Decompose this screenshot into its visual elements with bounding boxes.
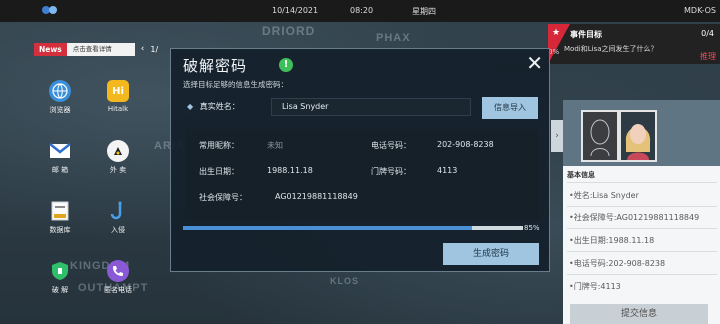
door-label: 门牌号码： [371, 167, 411, 176]
divider [567, 251, 717, 252]
door-value[interactable]: 4113 [437, 166, 457, 175]
app-label: 入侵 [111, 226, 125, 234]
app-label: 邮 箱 [51, 166, 69, 174]
os-name: MDK-OS [684, 6, 716, 15]
app-label: 破 解 [51, 286, 69, 294]
collapse-panel-tab[interactable]: › [551, 120, 563, 152]
divider [567, 182, 717, 183]
ssn-label: 社会保障号： [199, 193, 247, 202]
app-database[interactable]: 数据库 [40, 200, 80, 235]
map-label: KLOS [330, 276, 360, 286]
app-crack[interactable]: 破 解 [40, 260, 80, 295]
target-info-panel: 常用昵称： 未知 电话号码： 202-908-8238 出生日期： 1988.1… [185, 129, 539, 221]
nickname-label: 常用昵称： [199, 141, 239, 150]
phone-icon [107, 260, 129, 282]
name-label-row: ◆ 真实姓名： [187, 101, 240, 112]
reason-button[interactable]: 推理 [700, 51, 716, 62]
nickname-value[interactable]: 未知 [267, 140, 283, 151]
dialog-title: 破解密码 [183, 57, 248, 75]
map-label: PHAX [376, 32, 411, 44]
profile-item[interactable]: •电话号码:202-908-8238 [569, 258, 665, 269]
close-icon[interactable]: ✕ [526, 53, 543, 73]
profile-item[interactable]: •出生日期:1988.11.18 [569, 235, 654, 246]
hitalk-icon: Hi [107, 80, 129, 102]
hook-icon [107, 200, 129, 222]
progress-fill [183, 226, 472, 230]
profile-panel: 基本信息 •姓名:Lisa Snyder •社会保障号:AG0121988111… [563, 100, 720, 324]
status-bar: 10/14/2021 08:20 星期四 MDK-OS [0, 0, 720, 22]
news-prev-icon[interactable]: ‹ [141, 44, 145, 54]
app-hitalk[interactable]: Hi Hitalk [98, 80, 138, 113]
system-logo-icon [42, 6, 57, 14]
hint-icon[interactable]: ! [279, 58, 293, 72]
name-field[interactable]: Lisa Snyder [271, 98, 471, 116]
birth-value[interactable]: 1988.11.18 [267, 166, 313, 175]
phone-label: 电话号码： [371, 141, 411, 150]
progress-bar [183, 226, 523, 230]
generate-password-button[interactable]: 生成密码 [443, 243, 539, 265]
progress-percent: 85% [524, 224, 540, 232]
app-browser[interactable]: 浏览器 [40, 80, 80, 115]
avatar-sketch[interactable] [581, 110, 619, 162]
divider [567, 206, 717, 207]
profile-heading: 基本信息 [567, 171, 595, 179]
app-delivery[interactable]: 外 卖 [98, 140, 138, 175]
map-label: DRIORD [262, 24, 316, 38]
delivery-icon [107, 140, 129, 162]
date-text: 10/14/2021 [272, 6, 319, 15]
name-label: 真实姓名： [199, 102, 240, 111]
weekday-text: 星期四 [412, 7, 436, 16]
crack-password-dialog: 破解密码 ! ✕ 选择目标足够的信息生成密码： ◆ 真实姓名： Lisa Sny… [170, 48, 550, 272]
phone-value[interactable]: 202-908-8238 [437, 140, 494, 149]
app-label: 外 卖 [109, 166, 127, 174]
event-count: 0/4 [701, 29, 714, 38]
ssn-value[interactable]: AG01219881118849 [275, 192, 358, 201]
globe-icon [49, 80, 71, 102]
avatar-lisa[interactable] [619, 110, 657, 162]
app-hack[interactable]: 入侵 [98, 200, 138, 235]
app-anon-call[interactable]: 匿名电话 [98, 260, 138, 295]
time-text: 08:20 [350, 6, 374, 15]
star-icon: ★ [552, 28, 561, 38]
app-mail[interactable]: 邮 箱 [40, 140, 80, 175]
mail-icon [49, 140, 71, 162]
app-label: 匿名电话 [104, 286, 132, 294]
app-label: 数据库 [49, 226, 71, 234]
news-details-link[interactable]: 点击查看详情 [66, 42, 135, 56]
dialog-subtitle: 选择目标足够的信息生成密码： [183, 80, 288, 89]
shield-icon [49, 260, 71, 282]
profile-item[interactable]: •姓名:Lisa Snyder [569, 190, 639, 201]
event-title: 事件目标 [570, 30, 602, 39]
app-label: Hitalk [107, 105, 129, 113]
divider [567, 274, 717, 275]
profile-item[interactable]: •门牌号:4113 [569, 281, 621, 292]
event-target-panel[interactable]: ★ 事件目标 0/4 0% Modi和Lisa之间发生了什么？ 推理 [548, 24, 720, 64]
import-info-button[interactable]: 信息导入 [482, 97, 538, 119]
profile-item[interactable]: •社会保障号:AG01219881118849 [569, 212, 699, 223]
news-ticker[interactable]: News 点击查看详情 ‹ 1/ [34, 42, 164, 56]
birth-label: 出生日期： [199, 167, 239, 176]
divider [567, 228, 717, 229]
submit-info-button[interactable]: 提交信息 [570, 304, 708, 324]
event-question: Modi和Lisa之间发生了什么？ [564, 45, 658, 53]
app-label: 浏览器 [49, 106, 71, 114]
diamond-bullet-icon: ◆ [187, 102, 194, 111]
news-page: 1/ [150, 44, 159, 54]
database-icon [49, 200, 71, 222]
avatar-strip [563, 100, 720, 166]
news-tag: News [34, 42, 67, 56]
